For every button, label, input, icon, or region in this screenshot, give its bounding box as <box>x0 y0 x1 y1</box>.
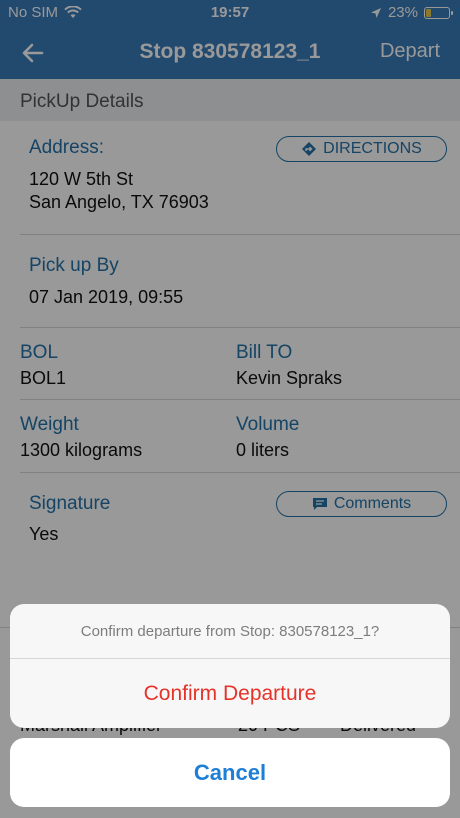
confirm-departure-button[interactable]: Confirm Departure <box>10 659 450 728</box>
cancel-button[interactable]: Cancel <box>10 738 450 807</box>
action-sheet-message: Confirm departure from Stop: 830578123_1… <box>10 604 450 659</box>
action-sheet: Confirm departure from Stop: 830578123_1… <box>10 604 450 728</box>
